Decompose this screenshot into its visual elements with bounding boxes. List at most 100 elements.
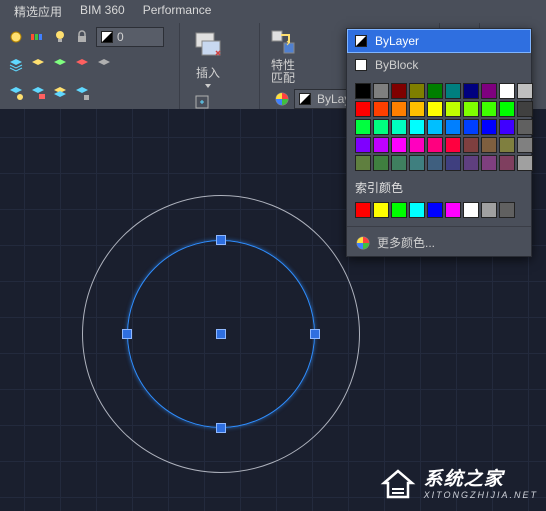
color-swatch[interactable] [373,83,389,99]
color-swatch[interactable] [427,137,443,153]
color-swatch[interactable] [409,137,425,153]
insert-button[interactable]: 插入 [188,27,228,90]
layers-stack-icon[interactable] [8,57,24,73]
lock-icon[interactable] [74,29,90,45]
match-properties-button[interactable]: 特性 匹配 [268,27,298,85]
watermark: 系统之家 XITONGZHIJIA.NET [378,465,538,505]
color-swatch[interactable] [499,155,515,171]
layers-more-icon[interactable] [96,57,112,73]
block-create-icon[interactable] [194,94,210,110]
layers-freeze-icon[interactable] [30,57,46,73]
swatch-icon [355,35,367,47]
color-swatch[interactable] [373,101,389,117]
color-swatch[interactable] [427,83,443,99]
color-swatch[interactable] [355,137,371,153]
color-dropdown-flyout: ByLayer ByBlock 索引颜色 更多颜色... [346,28,532,257]
color-swatch[interactable] [499,137,515,153]
index-color-row [347,198,531,224]
color-swatch[interactable] [481,83,497,99]
color-swatch[interactable] [517,137,533,153]
color-swatch[interactable] [409,155,425,171]
color-swatch[interactable] [499,101,515,117]
layers-lock-icon[interactable] [52,57,68,73]
color-swatch[interactable] [373,137,389,153]
color-swatch[interactable] [517,83,533,99]
color-swatch[interactable] [373,155,389,171]
tab-performance[interactable]: Performance [143,3,212,20]
house-icon [378,465,418,505]
color-swatch[interactable] [445,83,461,99]
more-colors-button[interactable]: 更多颜色... [347,229,531,256]
color-swatch[interactable] [517,155,533,171]
color-swatch[interactable] [463,137,479,153]
layer-dropdown[interactable]: 0 [96,27,164,47]
layer-prop-icon[interactable] [8,29,24,45]
color-swatch[interactable] [481,101,497,117]
color-swatch[interactable] [481,119,497,135]
color-swatch[interactable] [391,155,407,171]
grip-right[interactable] [310,329,320,339]
color-swatch[interactable] [391,101,407,117]
layers-tool2-icon[interactable] [30,85,46,101]
color-swatch[interactable] [445,101,461,117]
swatch-icon [355,59,367,71]
color-wheel-icon [355,235,371,251]
index-color-swatch[interactable] [409,202,425,218]
color-swatch[interactable] [373,119,389,135]
color-option-bylayer[interactable]: ByLayer [347,29,531,53]
index-color-swatch[interactable] [391,202,407,218]
color-swatch[interactable] [355,119,371,135]
color-swatch[interactable] [427,155,443,171]
tab-featured[interactable]: 精选应用 [14,3,62,20]
lightbulb-icon[interactable] [52,29,68,45]
color-swatch[interactable] [481,137,497,153]
color-swatch[interactable] [463,101,479,117]
color-swatch[interactable] [409,101,425,117]
grip-center[interactable] [216,329,226,339]
color-swatch[interactable] [355,155,371,171]
color-option-byblock[interactable]: ByBlock [347,53,531,77]
color-swatch[interactable] [427,101,443,117]
color-swatch[interactable] [445,119,461,135]
color-swatch[interactable] [391,137,407,153]
index-color-swatch[interactable] [499,202,515,218]
color-swatch[interactable] [409,119,425,135]
color-swatch[interactable] [463,155,479,171]
index-color-swatch[interactable] [463,202,479,218]
color-swatch[interactable] [517,119,533,135]
layers-row-3 [8,83,90,103]
color-swatch[interactable] [463,119,479,135]
color-swatch[interactable] [427,119,443,135]
color-swatch[interactable] [517,101,533,117]
grip-bottom[interactable] [216,423,226,433]
tab-bim360[interactable]: BIM 360 [80,3,125,20]
color-swatch[interactable] [355,101,371,117]
color-swatch[interactable] [445,137,461,153]
color-swatch[interactable] [391,119,407,135]
layers-row-2 [8,55,112,75]
color-swatch[interactable] [409,83,425,99]
color-swatch[interactable] [445,155,461,171]
color-swatch[interactable] [499,83,515,99]
swatch-icon [299,93,311,105]
index-color-swatch[interactable] [427,202,443,218]
color-swatch[interactable] [481,155,497,171]
layers-panel: 0 图层 [0,23,180,111]
grip-top[interactable] [216,235,226,245]
layers-tool3-icon[interactable] [52,85,68,101]
color-swatch[interactable] [355,83,371,99]
index-color-swatch[interactable] [481,202,497,218]
layer-color-icon[interactable] [30,29,46,45]
color-swatch[interactable] [391,83,407,99]
layers-tool1-icon[interactable] [8,85,24,101]
layers-off-icon[interactable] [74,57,90,73]
grip-left[interactable] [122,329,132,339]
color-swatch[interactable] [499,119,515,135]
index-color-swatch[interactable] [355,202,371,218]
color-wheel-icon[interactable] [274,91,290,107]
color-swatch[interactable] [463,83,479,99]
block-panel: 插入 A 块 [180,23,260,111]
index-color-swatch[interactable] [445,202,461,218]
index-color-swatch[interactable] [373,202,389,218]
layers-tool4-icon[interactable] [74,85,90,101]
